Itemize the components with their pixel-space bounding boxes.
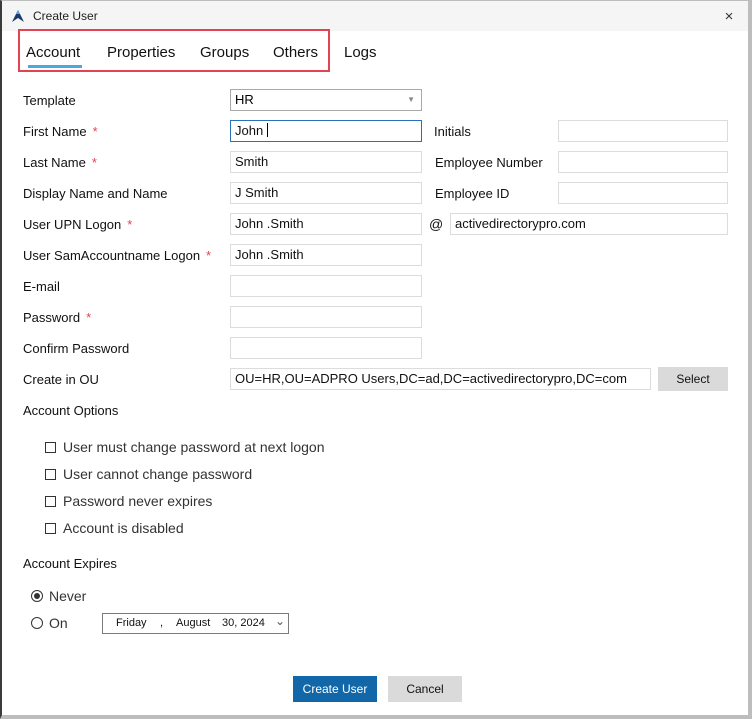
template-value: HR <box>235 92 254 107</box>
employee-number-label: Employee Number <box>435 155 543 170</box>
checkbox-account-disabled[interactable]: Account is disabled <box>45 520 184 536</box>
last-name-label: Last Name * <box>23 155 97 170</box>
confirm-password-label: Confirm Password <box>23 341 130 356</box>
required-marker: * <box>127 217 133 232</box>
first-name-input[interactable]: John <box>230 120 422 142</box>
radio-never[interactable]: Never <box>31 588 86 604</box>
template-label: Template <box>23 93 76 108</box>
checkbox-password-never-expires[interactable]: Password never expires <box>45 493 212 509</box>
required-marker: * <box>86 310 92 325</box>
ou-input[interactable]: OU=HR,OU=ADPRO Users,DC=ad,DC=activedire… <box>230 368 651 390</box>
required-marker: * <box>206 248 212 263</box>
radio-on[interactable]: On <box>31 615 68 631</box>
template-select[interactable]: HR ▼ <box>230 89 422 111</box>
tab-groups[interactable]: Groups <box>200 44 249 61</box>
confirm-password-input[interactable] <box>230 337 422 359</box>
radio-unselected-icon <box>31 617 43 629</box>
last-name-input[interactable]: Smith <box>230 151 422 173</box>
password-label: Password * <box>23 310 92 325</box>
title-bar: Create User × <box>2 1 748 31</box>
account-options-heading: Account Options <box>23 403 119 418</box>
date-month: August <box>176 617 211 629</box>
upn-logon-input[interactable]: John .Smith <box>230 213 422 235</box>
window-title: Create User <box>33 9 98 23</box>
tab-account[interactable]: Account <box>26 44 83 68</box>
password-input[interactable] <box>230 306 422 328</box>
employee-number-input[interactable] <box>558 151 728 173</box>
upn-logon-label: User UPN Logon * <box>23 217 133 232</box>
text-caret <box>267 123 269 137</box>
create-in-ou-label: Create in OU <box>23 372 99 387</box>
create-user-button[interactable]: Create User <box>293 676 377 702</box>
checkbox-must-change-password[interactable]: User must change password at next logon <box>45 439 324 455</box>
first-name-label: First Name * <box>23 124 98 139</box>
chevron-down-icon[interactable]: ⌄ <box>275 614 285 628</box>
display-name-label: Display Name and Name <box>23 186 168 201</box>
upn-domain-input[interactable]: activedirectorypro.com <box>450 213 728 235</box>
sam-logon-input[interactable]: John .Smith <box>230 244 422 266</box>
date-separator: , <box>160 617 164 629</box>
date-day-year: 30, 2024 <box>222 617 265 629</box>
required-marker: * <box>92 124 98 139</box>
at-sign: @ <box>429 216 444 232</box>
email-input[interactable] <box>230 275 422 297</box>
checkbox-icon <box>45 468 56 480</box>
cancel-button[interactable]: Cancel <box>388 676 462 702</box>
date-weekday: Friday <box>116 617 147 629</box>
required-marker: * <box>91 155 97 170</box>
checkbox-icon <box>45 522 56 534</box>
checkbox-cannot-change-password[interactable]: User cannot change password <box>45 466 252 482</box>
email-label: E-mail <box>23 279 60 294</box>
sam-logon-label: User SamAccountname Logon * <box>23 248 212 263</box>
create-user-dialog: Create User × Account Properties Groups … <box>0 0 752 719</box>
employee-id-label: Employee ID <box>435 186 510 201</box>
tab-logs[interactable]: Logs <box>344 44 377 61</box>
tab-others[interactable]: Others <box>273 44 318 61</box>
initials-label: Initials <box>434 124 471 139</box>
account-expires-heading: Account Expires <box>23 556 117 571</box>
employee-id-input[interactable] <box>558 182 728 204</box>
app-logo-icon <box>12 10 24 22</box>
chevron-down-icon: ▼ <box>407 95 415 104</box>
radio-selected-icon <box>31 590 43 602</box>
checkbox-icon <box>45 441 56 453</box>
initials-input[interactable] <box>558 120 728 142</box>
display-name-input[interactable]: J Smith <box>230 182 422 204</box>
checkbox-icon <box>45 495 56 507</box>
select-ou-button[interactable]: Select <box>658 367 728 391</box>
tab-properties[interactable]: Properties <box>107 44 175 61</box>
close-icon[interactable]: × <box>718 5 740 27</box>
expiry-date-picker[interactable]: Friday , August 30, 2024 ⌄ <box>102 613 289 634</box>
